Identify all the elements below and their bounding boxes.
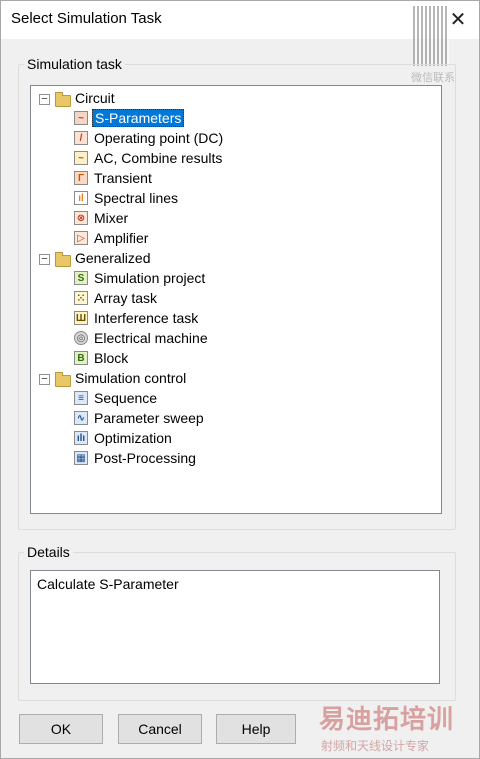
tree-label: Interference task <box>94 310 199 326</box>
folder-icon <box>55 252 71 267</box>
tree-label: AC, Combine results <box>94 150 223 166</box>
dc-icon: / <box>74 131 88 145</box>
tree-label-circuit: Circuit <box>75 90 115 106</box>
dialog-window: Select Simulation Task ✕ 微信联系 Simulation… <box>0 0 480 759</box>
tree-label-generalized: Generalized <box>75 250 151 266</box>
ac-icon: ~ <box>74 151 88 165</box>
watermark-brand: 易迪拓培训 <box>319 704 455 734</box>
watermark-slogan: 射频和天线设计专家 <box>321 739 430 753</box>
sparameters-icon: ~ <box>74 111 88 125</box>
interference-icon: Ш <box>74 311 88 325</box>
task-tree[interactable]: − Circuit ~ S-Parameters / Operating poi… <box>30 85 442 514</box>
tree-label: Simulation project <box>94 270 206 286</box>
tree-label: Parameter sweep <box>94 410 204 426</box>
simulation-task-label: Simulation task <box>24 56 125 72</box>
close-icon: ✕ <box>449 8 467 31</box>
tree-label: Transient <box>94 170 152 186</box>
tree-label: Spectral lines <box>94 190 179 206</box>
sequence-icon: ≡ <box>74 391 88 405</box>
postprocessing-icon: ▦ <box>74 451 88 465</box>
collapse-toggle[interactable]: − <box>39 94 50 105</box>
amplifier-icon: ▷ <box>74 231 88 245</box>
tree-label: Electrical machine <box>94 330 208 346</box>
collapse-toggle[interactable]: − <box>39 254 50 265</box>
tree-label-simulation-control: Simulation control <box>75 370 187 386</box>
tree-label: Optimization <box>94 430 172 446</box>
transient-icon: Γ <box>74 171 88 185</box>
tree-label: Block <box>94 350 129 366</box>
window-title: Select Simulation Task <box>11 10 162 27</box>
tree-label: S-Parameters <box>92 109 185 127</box>
s-letter-icon: S <box>74 271 88 285</box>
help-button[interactable]: Help <box>216 714 296 744</box>
qr-code-watermark <box>413 6 449 66</box>
sweep-icon: ∿ <box>74 411 88 425</box>
title-bar: Select Simulation Task <box>1 1 479 39</box>
tree-label: Amplifier <box>94 230 149 246</box>
details-label: Details <box>24 544 73 560</box>
optimization-icon: ılı <box>74 431 88 445</box>
details-text: Calculate S-Parameter <box>37 576 179 592</box>
tree-label: Array task <box>94 290 158 306</box>
folder-icon <box>55 372 71 387</box>
b-letter-icon: B <box>74 351 88 365</box>
tree-label: Operating point (DC) <box>94 130 224 146</box>
details-textbox: Calculate S-Parameter <box>30 570 440 684</box>
cancel-button[interactable]: Cancel <box>118 714 202 744</box>
tree-label: Mixer <box>94 210 129 226</box>
folder-icon <box>55 92 71 107</box>
tree-label: Post-Processing <box>94 450 196 466</box>
mixer-icon: ⊗ <box>74 211 88 225</box>
ok-button[interactable]: OK <box>19 714 103 744</box>
tree-label: Sequence <box>94 390 158 406</box>
collapse-toggle[interactable]: − <box>39 374 50 385</box>
machine-icon: ◎ <box>74 331 88 345</box>
array-icon: ⁙ <box>74 291 88 305</box>
spectral-icon: ıl <box>74 191 88 205</box>
